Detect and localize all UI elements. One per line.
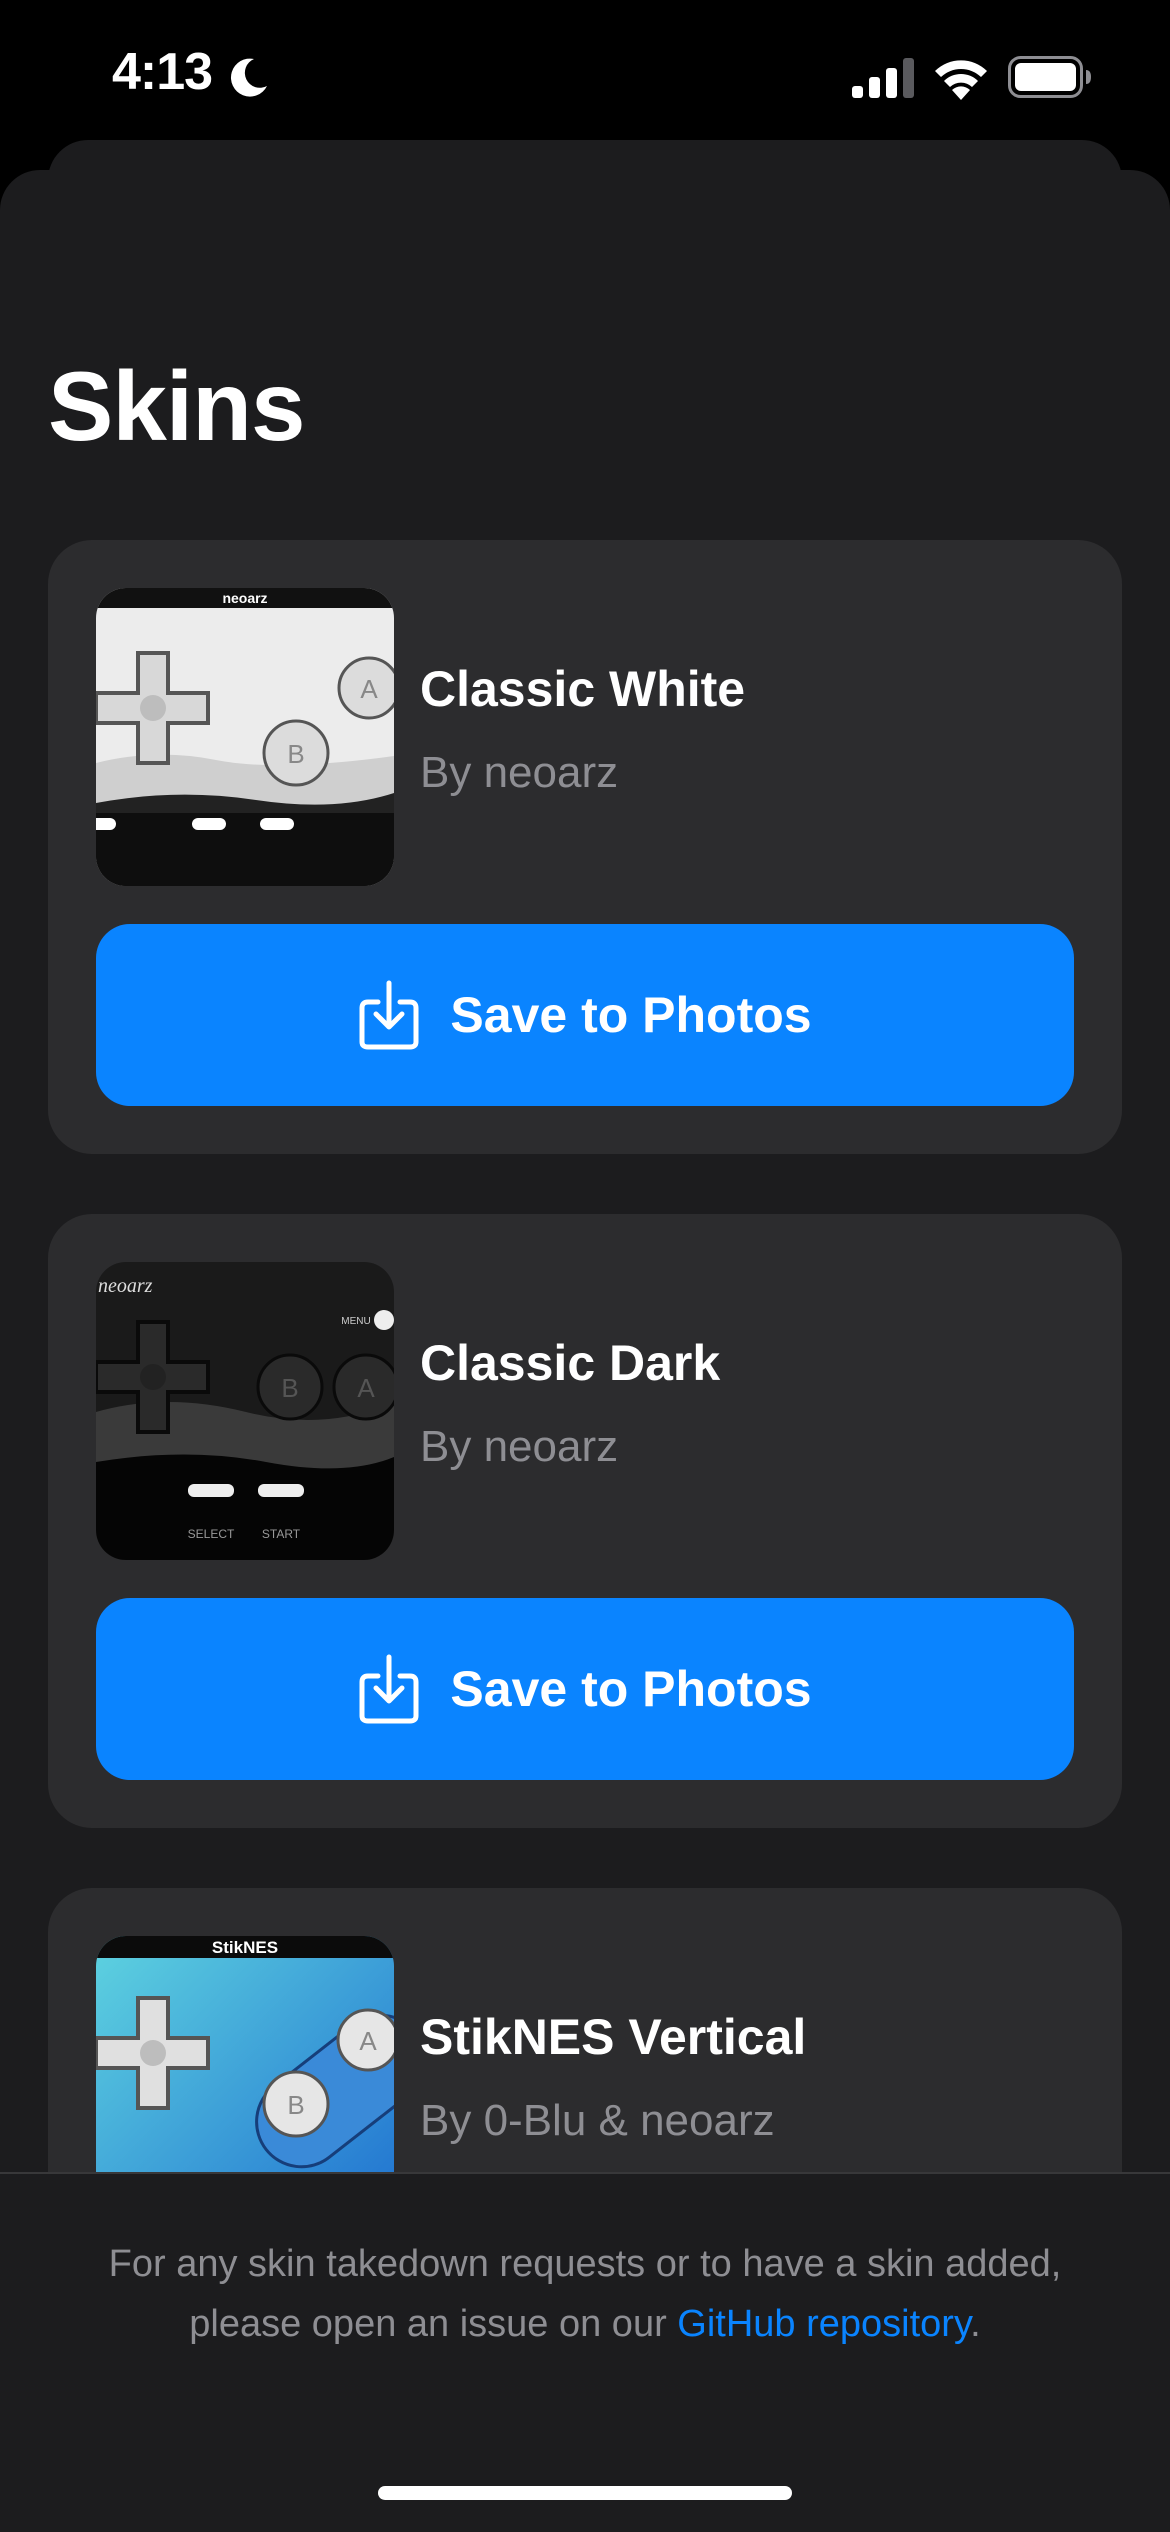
- status-time: 4:13: [112, 43, 213, 101]
- skin-name: StikNES Vertical: [420, 2009, 807, 2065]
- svg-text:B: B: [287, 2090, 304, 2120]
- download-icon: [359, 1654, 419, 1724]
- svg-text:START: START: [262, 1527, 301, 1541]
- svg-text:A: A: [357, 1373, 375, 1403]
- svg-text:SELECT: SELECT: [188, 1527, 235, 1541]
- save-button-label: Save to Photos: [450, 987, 812, 1043]
- controller-skin-preview-image: neoarz A B: [96, 588, 394, 886]
- thumbnail-brand-text: StikNES: [212, 1938, 278, 1957]
- svg-text:A: A: [360, 674, 378, 704]
- skin-author: By 0-Blu & neoarz: [420, 2096, 775, 2145]
- footer-text-line2-suffix: .: [970, 2303, 981, 2345]
- svg-text:B: B: [281, 1373, 298, 1403]
- battery-icon: [1008, 56, 1091, 98]
- svg-text:B: B: [287, 739, 304, 769]
- status-bar: 4:13: [0, 0, 1170, 150]
- save-to-photos-button[interactable]: Save to Photos: [96, 1598, 1074, 1780]
- skin-name: Classic White: [420, 661, 746, 717]
- svg-text:A: A: [359, 2026, 377, 2056]
- github-repository-link[interactable]: GitHub repository: [677, 2303, 970, 2345]
- svg-text:MENU: MENU: [341, 1316, 370, 1327]
- skin-author: By neoarz: [420, 1422, 619, 1471]
- footer-text-line2-prefix: please open an issue on our: [189, 2303, 678, 2345]
- thumbnail-brand-text: neoarz: [98, 1275, 153, 1297]
- cellular-signal-icon: [852, 58, 914, 98]
- screen: 4:13 Skins neoarz A B Classic White By n…: [0, 0, 1170, 2532]
- footer: For any skin takedown requests or to hav…: [0, 2172, 1170, 2532]
- skin-card-classic-dark: neoarz B A MENU SELECT START Classic Dar…: [48, 1214, 1122, 1828]
- skin-card-classic-white: neoarz A B Classic White By neoarz Save …: [48, 540, 1122, 1154]
- controller-skin-preview-image: neoarz B A MENU SELECT START: [96, 1262, 394, 1560]
- footer-text: For any skin takedown requests or to hav…: [40, 2234, 1130, 2354]
- wifi-icon: [935, 60, 987, 100]
- skin-name: Classic Dark: [420, 1335, 721, 1391]
- thumbnail-brand-text: neoarz: [222, 590, 267, 606]
- moon-icon: [230, 58, 267, 97]
- skin-thumbnail: neoarz A B: [96, 588, 394, 886]
- save-to-photos-button[interactable]: Save to Photos: [96, 924, 1074, 1106]
- save-button-label: Save to Photos: [450, 1661, 812, 1717]
- skin-thumbnail: neoarz B A MENU SELECT START: [96, 1262, 394, 1560]
- skin-author: By neoarz: [420, 748, 619, 797]
- download-icon: [359, 980, 419, 1050]
- footer-text-line1: For any skin takedown requests or to hav…: [108, 2243, 1062, 2285]
- page-title: Skins: [48, 351, 305, 461]
- skins-list[interactable]: neoarz A B Classic White By neoarz Save …: [0, 540, 1170, 2342]
- home-indicator[interactable]: [378, 2486, 792, 2500]
